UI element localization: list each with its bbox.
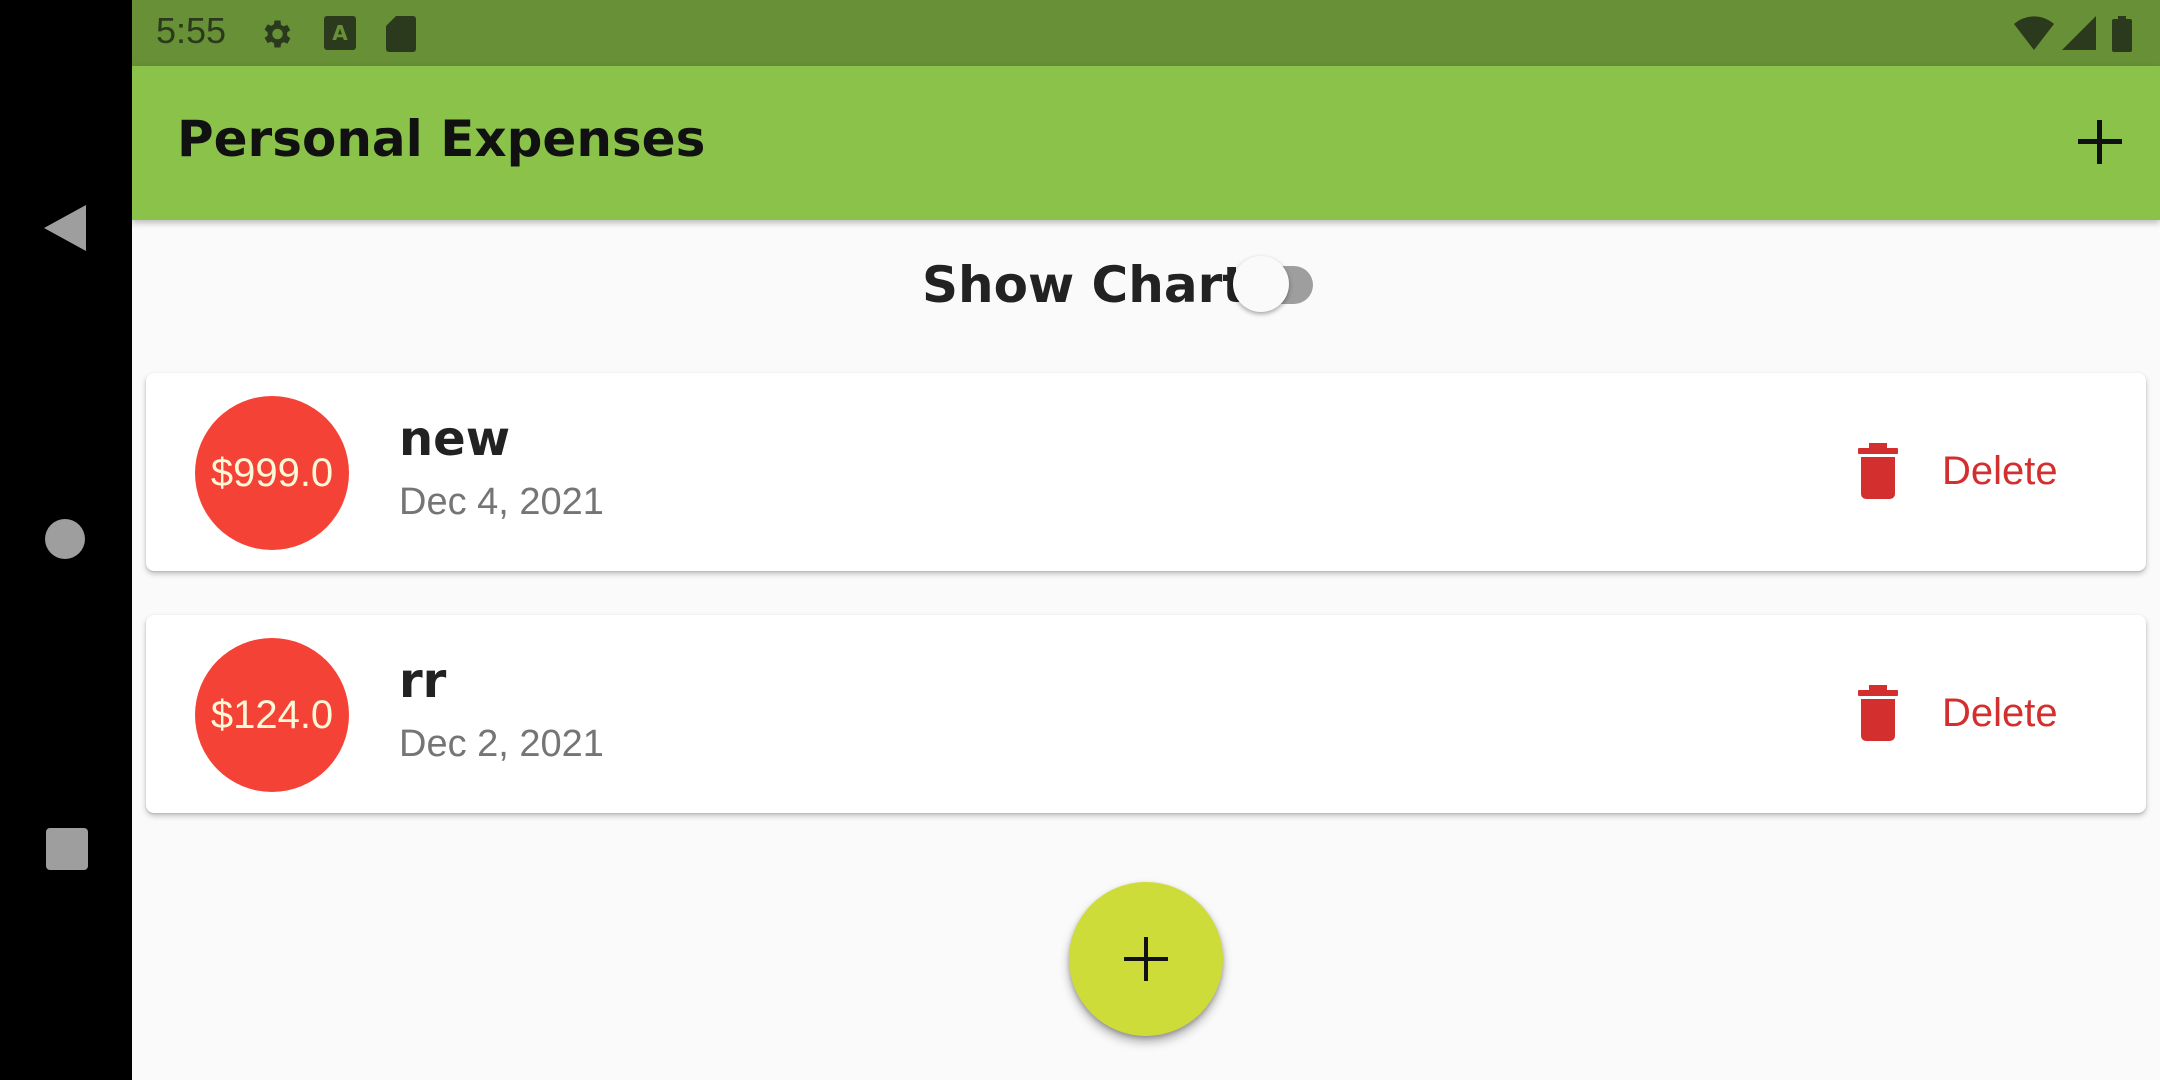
gear-icon	[264, 20, 291, 48]
home-icon[interactable]	[45, 519, 85, 559]
page-title: Personal Expenses	[177, 110, 706, 168]
transaction-title: rr	[399, 653, 447, 709]
back-icon[interactable]	[44, 205, 86, 251]
trash-icon	[1858, 443, 1898, 499]
delete-label: Delete	[1942, 691, 2058, 735]
cell-signal-icon	[2062, 16, 2096, 50]
transaction-card: $999.0 new Dec 4, 2021 Delete	[146, 373, 2146, 571]
show-chart-switch[interactable]	[1233, 256, 1289, 312]
transaction-card: $124.0 rr Dec 2, 2021 Delete	[146, 615, 2146, 813]
delete-button[interactable]: Delete	[1856, 433, 2086, 509]
svg-text:A: A	[332, 21, 348, 45]
keyboard-a-icon: A	[324, 16, 356, 50]
add-transaction-button[interactable]	[2072, 114, 2128, 170]
status-bar: 5:55 A	[132, 0, 2160, 66]
transaction-date: Dec 2, 2021	[399, 723, 604, 765]
wifi-icon	[2014, 16, 2054, 50]
amount-badge: $124.0	[195, 638, 349, 792]
system-navigation-bar	[0, 0, 132, 1080]
recents-icon[interactable]	[46, 828, 88, 870]
status-time: 5:55	[156, 10, 227, 51]
amount-badge: $999.0	[195, 396, 349, 550]
trash-icon	[1858, 685, 1898, 741]
show-chart-row: Show Chart	[132, 248, 2160, 324]
sd-card-icon	[386, 16, 416, 52]
add-transaction-fab[interactable]	[1069, 882, 1223, 1036]
show-chart-label: Show Chart	[922, 256, 1247, 314]
battery-icon	[2112, 16, 2132, 52]
plus-icon	[2078, 120, 2122, 164]
app-bar: Personal Expenses	[132, 66, 2160, 220]
transaction-date: Dec 4, 2021	[399, 481, 604, 523]
transaction-title: new	[399, 411, 511, 467]
plus-icon	[1124, 937, 1168, 981]
delete-label: Delete	[1942, 449, 2058, 493]
delete-button[interactable]: Delete	[1856, 675, 2086, 751]
